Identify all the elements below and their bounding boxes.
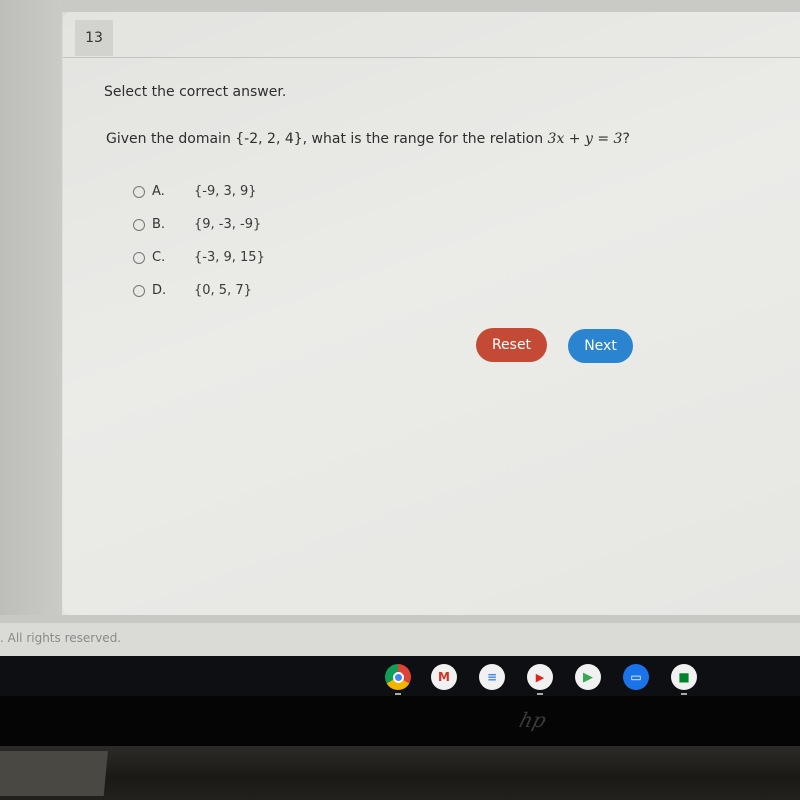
- option-value: {-9, 3, 9}: [194, 184, 257, 199]
- copyright-text: . All rights reserved.: [0, 631, 122, 645]
- question-card: 13 Select the correct answer. Given the …: [63, 12, 800, 615]
- left-margin: [0, 0, 62, 615]
- youtube-icon[interactable]: ▶: [527, 664, 553, 690]
- option-value: {-3, 9, 15}: [194, 250, 265, 265]
- page-footer: . All rights reserved.: [0, 623, 800, 656]
- laptop-base: [0, 746, 800, 800]
- messages-icon[interactable]: ▭: [623, 664, 649, 690]
- option-d[interactable]: D. {0, 5, 7}: [133, 274, 265, 307]
- footer-divider: [0, 615, 800, 623]
- question-mark: ?: [622, 131, 630, 147]
- radio-button[interactable]: [133, 251, 145, 264]
- question-text: Given the domain {-2, 2, 4}, what is the…: [106, 131, 630, 147]
- reset-button[interactable]: Reset: [476, 328, 547, 362]
- gmail-icon[interactable]: M: [431, 664, 457, 690]
- laptop-hinge: [0, 751, 108, 796]
- top-strip: [0, 0, 800, 12]
- radio-button[interactable]: [133, 218, 145, 231]
- question-prompt: Given the domain {-2, 2, 4}, what is the…: [106, 131, 548, 147]
- option-b[interactable]: B. {9, -3, -9}: [133, 208, 265, 241]
- option-value: {9, -3, -9}: [194, 217, 262, 232]
- question-header: 13: [63, 12, 800, 58]
- chrome-center: [392, 671, 404, 683]
- option-a[interactable]: A. {-9, 3, 9}: [133, 175, 265, 208]
- option-letter: C.: [152, 250, 166, 265]
- running-indicator: [537, 693, 543, 695]
- running-indicator: [681, 693, 687, 695]
- google-meet-icon[interactable]: ■: [671, 664, 697, 690]
- radio-button[interactable]: [133, 284, 145, 297]
- play-store-icon[interactable]: ▶: [575, 664, 601, 690]
- question-number: 13: [75, 20, 113, 56]
- running-indicator: [395, 693, 401, 695]
- os-shelf: M ≡ ▶ ▶ ▭ ■: [0, 656, 800, 696]
- google-docs-icon[interactable]: ≡: [479, 664, 505, 690]
- option-value: {0, 5, 7}: [194, 283, 252, 298]
- option-letter: B.: [152, 217, 166, 232]
- instruction-text: Select the correct answer.: [104, 84, 287, 100]
- hp-logo: hp: [516, 708, 549, 732]
- next-button[interactable]: Next: [568, 329, 633, 363]
- option-c[interactable]: C. {-3, 9, 15}: [133, 241, 265, 274]
- browser-screen: 13 Select the correct answer. Given the …: [0, 0, 800, 660]
- question-equation: 3x + y = 3: [547, 131, 623, 147]
- answer-options: A. {-9, 3, 9} B. {9, -3, -9} C. {-3, 9, …: [133, 175, 265, 307]
- chrome-icon[interactable]: [385, 664, 411, 690]
- option-letter: D.: [152, 283, 167, 298]
- option-letter: A.: [152, 184, 165, 199]
- radio-button[interactable]: [133, 185, 145, 198]
- laptop-bezel: hp: [0, 696, 800, 746]
